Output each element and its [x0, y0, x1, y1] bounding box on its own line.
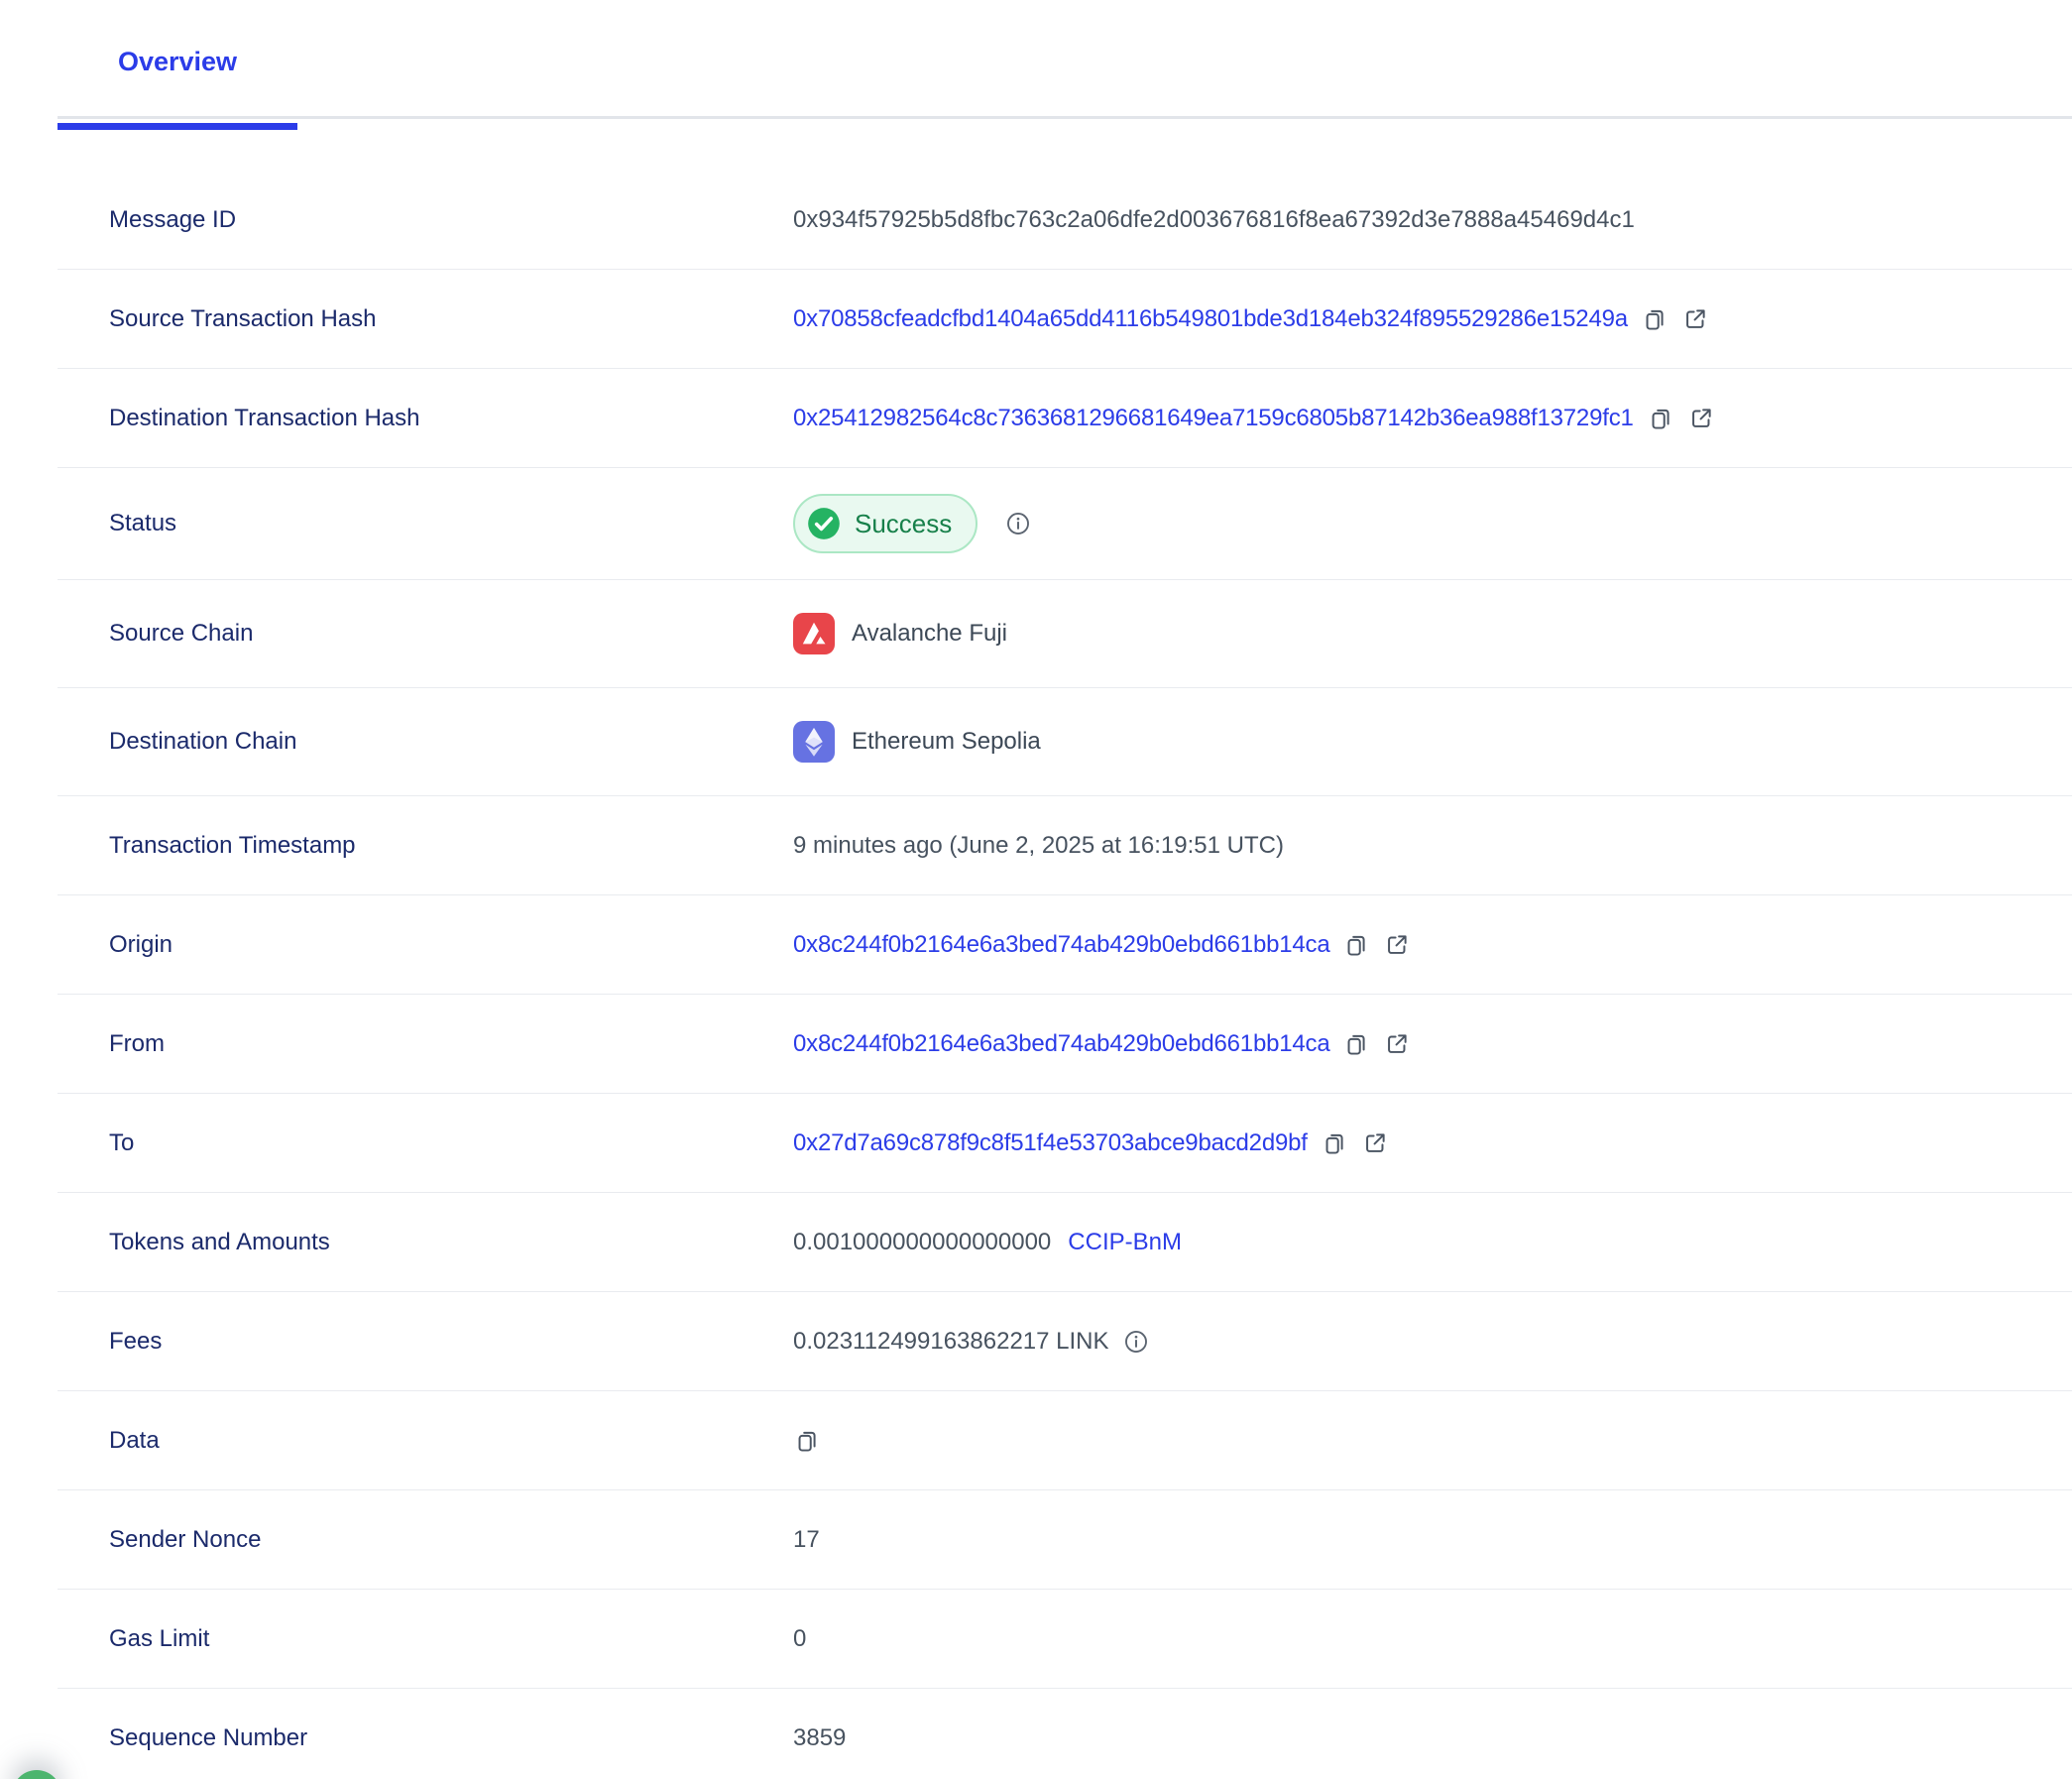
gas-limit-value: 0: [793, 1625, 806, 1653]
table-row-origin: Origin 0x8c244f0b2164e6a3bed74ab429b0ebd…: [58, 895, 2072, 995]
table-row-data: Data: [58, 1391, 2072, 1490]
source-tx-hash-link[interactable]: 0x70858cfeadcfbd1404a65dd4116b549801bde3…: [793, 305, 1628, 333]
copy-icon[interactable]: [1342, 1030, 1370, 1058]
row-label: Fees: [58, 1328, 793, 1356]
avalanche-logo-icon: [793, 613, 835, 654]
table-row-message-id: Message ID 0x934f57925b5d8fbc763c2a06dfe…: [58, 171, 2072, 270]
row-label: Destination Transaction Hash: [58, 405, 793, 432]
status-badge-label: Success: [855, 509, 952, 539]
origin-address-link[interactable]: 0x8c244f0b2164e6a3bed74ab429b0ebd661bb14…: [793, 931, 1329, 959]
table-row-source-tx-hash: Source Transaction Hash 0x70858cfeadcfbd…: [58, 270, 2072, 369]
to-address-link[interactable]: 0x27d7a69c878f9c8f51f4e53703abce9bacd2d9…: [793, 1129, 1308, 1157]
table-row-source-chain: Source Chain Avalanche Fuji: [58, 580, 2072, 688]
row-label: Destination Chain: [58, 728, 793, 756]
info-icon[interactable]: [1122, 1328, 1150, 1356]
table-row-destination-tx-hash: Destination Transaction Hash 0x254129825…: [58, 369, 2072, 468]
table-row-to: To 0x27d7a69c878f9c8f51f4e53703abce9bacd…: [58, 1094, 2072, 1193]
copy-icon[interactable]: [1641, 305, 1669, 333]
table-row-fees: Fees 0.023112499163862217 LINK: [58, 1292, 2072, 1391]
tab-underline-track: [58, 116, 2072, 119]
tab-bar: Overview: [0, 0, 2072, 126]
table-row-sender-nonce: Sender Nonce 17: [58, 1490, 2072, 1590]
row-label: Transaction Timestamp: [58, 832, 793, 860]
external-link-icon[interactable]: [1383, 1030, 1411, 1058]
token-amount-value: 0.001000000000000000: [793, 1229, 1051, 1256]
table-row-destination-chain: Destination Chain Ethereum Sepolia: [58, 688, 2072, 796]
table-row-tokens-amounts: Tokens and Amounts 0.001000000000000000 …: [58, 1193, 2072, 1292]
check-circle-icon: [805, 505, 843, 542]
chat-widget-button[interactable]: [12, 1770, 61, 1779]
row-label: To: [58, 1129, 793, 1157]
transaction-details-table: Message ID 0x934f57925b5d8fbc763c2a06dfe…: [58, 126, 2072, 1779]
token-name-link[interactable]: CCIP-BnM: [1068, 1229, 1182, 1256]
row-label: Message ID: [58, 206, 793, 234]
row-label: Data: [58, 1427, 793, 1455]
tab-overview[interactable]: Overview: [58, 0, 297, 130]
table-row-gas-limit: Gas Limit 0: [58, 1590, 2072, 1689]
info-icon[interactable]: [1004, 510, 1032, 537]
status-badge: Success: [793, 494, 978, 553]
copy-icon[interactable]: [793, 1427, 821, 1455]
external-link-icon[interactable]: [1383, 931, 1411, 959]
destination-tx-hash-link[interactable]: 0x25412982564c8c7363681296681649ea7159c6…: [793, 405, 1634, 432]
row-label: Sequence Number: [58, 1724, 793, 1752]
copy-icon[interactable]: [1647, 405, 1674, 432]
row-label: Status: [58, 510, 793, 537]
copy-icon[interactable]: [1321, 1129, 1348, 1157]
copy-icon[interactable]: [1342, 931, 1370, 959]
sender-nonce-value: 17: [793, 1526, 820, 1554]
row-label: Source Transaction Hash: [58, 305, 793, 333]
external-link-icon[interactable]: [1687, 405, 1715, 432]
row-label: Tokens and Amounts: [58, 1229, 793, 1256]
sequence-number-value: 3859: [793, 1724, 846, 1752]
row-label: Source Chain: [58, 620, 793, 648]
row-label: Sender Nonce: [58, 1526, 793, 1554]
row-label: Origin: [58, 931, 793, 959]
ethereum-logo-icon: [793, 721, 835, 763]
external-link-icon[interactable]: [1361, 1129, 1389, 1157]
row-label: From: [58, 1030, 793, 1058]
source-chain-name: Avalanche Fuji: [852, 620, 1007, 648]
destination-chain-name: Ethereum Sepolia: [852, 728, 1041, 756]
timestamp-value: 9 minutes ago (June 2, 2025 at 16:19:51 …: [793, 832, 1284, 860]
message-id-value: 0x934f57925b5d8fbc763c2a06dfe2d003676816…: [793, 206, 1635, 234]
table-row-from: From 0x8c244f0b2164e6a3bed74ab429b0ebd66…: [58, 995, 2072, 1094]
table-row-status: Status Success: [58, 468, 2072, 580]
external-link-icon[interactable]: [1681, 305, 1709, 333]
table-row-timestamp: Transaction Timestamp 9 minutes ago (Jun…: [58, 796, 2072, 895]
row-label: Gas Limit: [58, 1625, 793, 1653]
from-address-link[interactable]: 0x8c244f0b2164e6a3bed74ab429b0ebd661bb14…: [793, 1030, 1329, 1058]
table-row-sequence-number: Sequence Number 3859: [58, 1689, 2072, 1779]
fees-value: 0.023112499163862217 LINK: [793, 1328, 1109, 1356]
